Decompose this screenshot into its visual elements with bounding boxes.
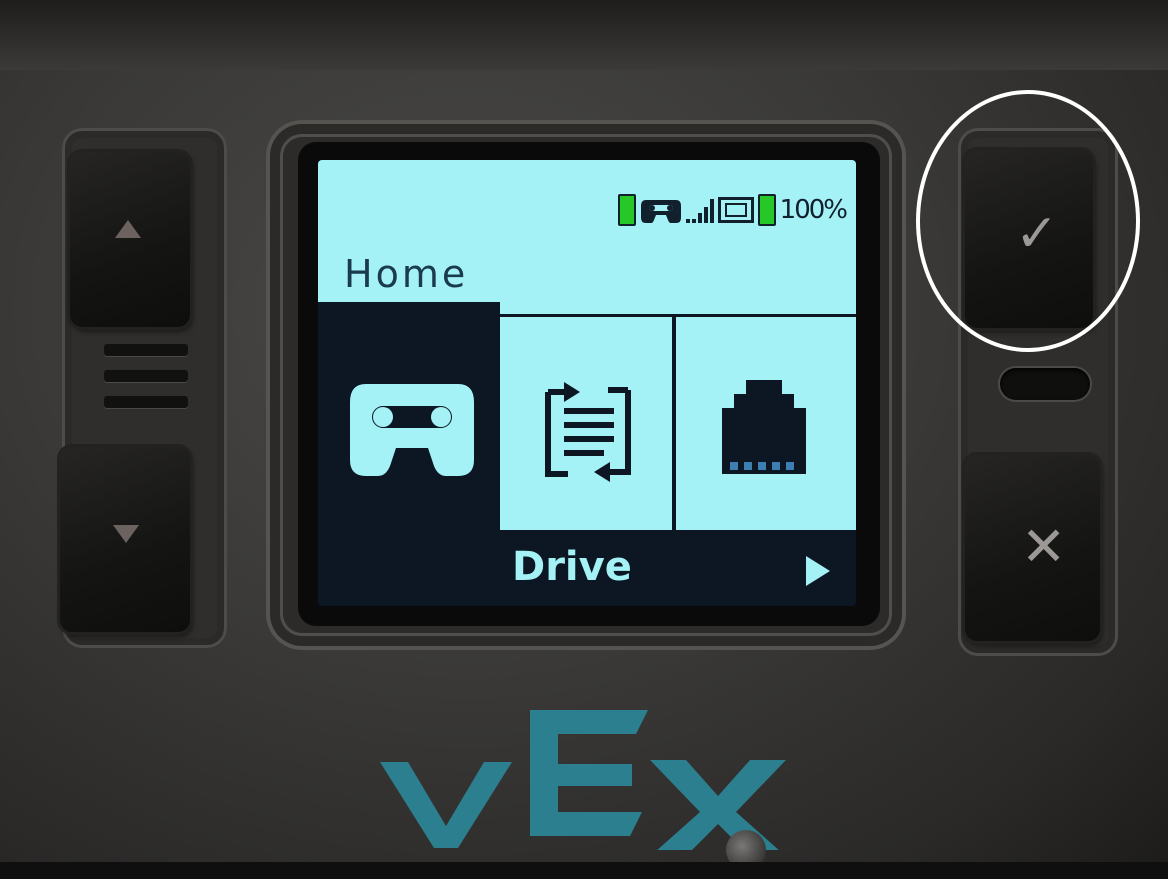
page-title: Home — [344, 252, 469, 296]
speaker-grille-slot — [104, 396, 188, 408]
device-bottom-edge — [0, 862, 1168, 879]
battery-percent: 100% — [779, 195, 848, 225]
vex-logo — [380, 710, 786, 850]
up-arrow-icon — [115, 220, 141, 238]
tab-strip-background — [500, 302, 856, 314]
cancel-button[interactable]: ✕ — [965, 455, 1100, 641]
brain-battery-icon — [757, 194, 776, 226]
down-arrow-icon — [113, 525, 139, 543]
up-button[interactable] — [70, 152, 190, 327]
controller-battery-icon — [617, 194, 636, 226]
title-bar: Home — [318, 242, 856, 302]
selected-app-label: Drive — [512, 544, 632, 590]
signal-bars-icon — [685, 197, 714, 223]
program-transfer-icon — [545, 382, 631, 482]
controller-icon — [640, 200, 681, 223]
speaker-grille-slot — [104, 344, 188, 356]
status-led — [1000, 368, 1090, 400]
x-icon: ✕ — [1021, 515, 1067, 578]
right-arrow-icon — [806, 556, 830, 586]
radio-icon — [717, 197, 754, 223]
vex-controller: ✓ ✕ 100% Home Drive — [0, 0, 1168, 879]
device-top-edge — [0, 0, 1168, 70]
confirm-button-highlight — [916, 90, 1140, 352]
status-bar: 100% — [318, 160, 856, 242]
controller-icon — [350, 384, 474, 476]
down-button[interactable] — [60, 447, 190, 632]
lcd-screen: 100% Home Drive — [318, 160, 856, 606]
port-icon — [722, 380, 806, 474]
speaker-grille-slot — [104, 370, 188, 382]
